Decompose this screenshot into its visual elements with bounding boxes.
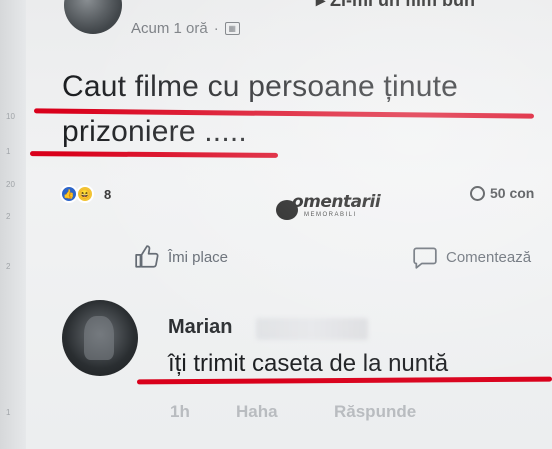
watermark-logo: omentarii MEMORABILI [276,192,406,228]
meta-separator: · [213,20,219,37]
gutter-mark: 20 [6,180,15,189]
post-text-line2: prizoniere ..... [62,115,247,148]
commenter-avatar[interactable] [62,300,138,376]
haha-reaction-icon: 😆 [76,185,94,203]
post-header-arrow-icon: ▸ [316,0,331,10]
reaction-count: 8 [104,186,112,202]
gutter-mark: 1 [6,147,11,156]
comment-button-label: Comentează [446,248,532,266]
watermark-text: omentarii [292,192,381,212]
gutter-mark: 2 [6,262,11,271]
gutter-mark: 1 [6,408,11,417]
name-redaction [256,318,368,340]
post-header-partial: ▸ Zi-mi un film bun [316,0,475,11]
comment-button[interactable]: Comentează [412,244,531,270]
gutter-mark: 2 [6,212,11,221]
gutter-mark: 10 [6,112,15,121]
haha-reaction-button[interactable]: Haha [236,402,278,422]
post-meta: Acum 1 oră · ▦ [131,20,240,37]
comment-text: îți trimit caseta de la nuntă [168,350,449,377]
reply-button[interactable]: Răspunde [334,402,416,422]
comments-count-label: 50 con [490,185,535,201]
screen: 10 1 20 2 2 1 ▸ Zi-mi un film bun Acum 1… [0,0,552,449]
commenter-name[interactable]: Marian [168,316,232,339]
post-timestamp[interactable]: Acum 1 oră [131,20,208,37]
post-author-avatar[interactable] [64,0,122,34]
comment-bubble-icon [412,244,438,270]
like-button-label: Îmi place [168,248,229,266]
reactions-summary[interactable]: 👍 😆 8 [60,185,111,203]
comment-time[interactable]: 1h [170,402,190,422]
red-underline [29,151,279,158]
left-gutter: 10 1 20 2 2 1 [0,0,26,449]
watermark-subtext: MEMORABILI [304,212,357,218]
globe-icon: ▦ [224,22,240,35]
like-button[interactable]: Îmi place [134,244,228,270]
post-text-line1: Caut filme cu persoane ținute [62,70,459,103]
comments-count[interactable]: 50 con [470,185,534,201]
comment-count-icon [470,185,485,201]
thumbs-up-icon [134,244,160,270]
